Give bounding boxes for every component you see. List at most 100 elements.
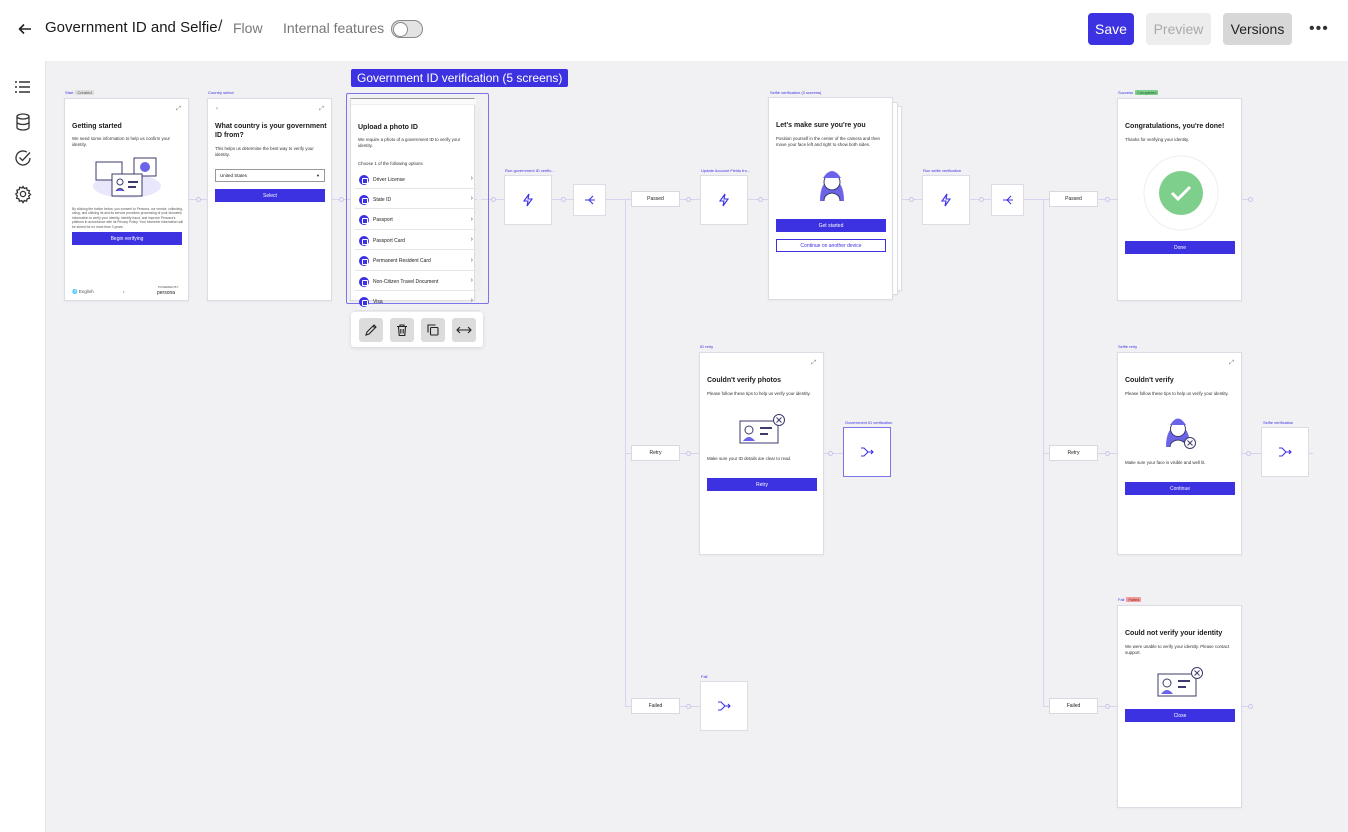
node-update-account-fields[interactable]: [700, 175, 748, 225]
internal-features-toggle[interactable]: [391, 20, 423, 38]
node-tag-update-fields: Update Account Fields fro...: [701, 168, 751, 173]
screen-body: We were unable to verify your identity. …: [1125, 644, 1230, 655]
screen-body: Please follow these tips to help us veri…: [707, 391, 811, 396]
id-cards-illustration-icon: [92, 156, 162, 198]
top-bar: Government ID and Selfie / Flow Internal…: [0, 0, 1348, 61]
connector-dot: [979, 197, 984, 202]
screen-start[interactable]: ⤢ Getting started We need some informati…: [64, 98, 189, 301]
selfie-error-icon: [1162, 413, 1198, 451]
retry-tip: Make sure your ID details are clear to r…: [707, 456, 792, 461]
versions-button[interactable]: Versions: [1223, 13, 1292, 45]
select-button: Select: [215, 189, 325, 202]
database-icon[interactable]: [13, 112, 33, 132]
connector-dot: [1246, 451, 1251, 456]
id-option-label: Passport Card: [373, 237, 405, 244]
gear-icon[interactable]: [13, 184, 33, 204]
selfie-person-icon: [816, 165, 848, 203]
check-circle-icon[interactable]: [13, 148, 33, 168]
chevron-right-icon: ›: [470, 297, 473, 305]
branch-label-passed[interactable]: Passed: [631, 191, 680, 207]
branch-label-passed-2[interactable]: Passed: [1049, 191, 1098, 207]
screen-body: Position yourself in the center of the c…: [776, 136, 880, 147]
node-tag-gov-goto: Government ID verification: [845, 420, 893, 425]
group-label[interactable]: Government ID verification (5 screens): [351, 69, 569, 87]
node-tag-fail-goto: Fail: [701, 674, 708, 679]
node-branch-2[interactable]: [991, 184, 1024, 216]
node-tag-run-gov: Run government ID verific...: [505, 168, 555, 173]
expand-icon: ⤢: [1229, 360, 1234, 366]
preview-button[interactable]: Preview: [1146, 13, 1211, 45]
connector-dot: [758, 197, 763, 202]
branch-label-failed-2[interactable]: Failed: [1049, 698, 1098, 714]
id-option-label: Permanent Resident Card: [373, 258, 431, 265]
id-option-item: Passport ›: [355, 212, 479, 230]
screen-body: Please follow these tips to help us veri…: [1125, 391, 1229, 396]
chevron-right-icon: ›: [470, 215, 473, 223]
id-option-item: Non-Citizen Travel Document ›: [355, 273, 479, 291]
list-icon[interactable]: [13, 77, 33, 97]
begin-verifying-button: Begin verifying: [72, 232, 182, 245]
chevron-right-icon: ›: [470, 175, 473, 182]
id-option-label: Driver License: [373, 176, 405, 183]
expand-icon: ⤢: [811, 360, 816, 366]
screen-title: Couldn't verify photos: [707, 377, 781, 384]
screen-stack-edge: [351, 99, 476, 105]
screen-body: We need some information to help us conf…: [72, 136, 171, 147]
screen-success[interactable]: Congratulations, you're done! Thanks for…: [1117, 98, 1242, 301]
scrollbar[interactable]: [477, 107, 481, 291]
node-run-government-id[interactable]: [504, 175, 552, 225]
screen-id-retry[interactable]: ⤢ Couldn't verify photos Please follow t…: [699, 352, 824, 555]
node-run-selfie-verification[interactable]: [922, 175, 970, 225]
screen-title: Getting started: [72, 123, 122, 130]
breadcrumb-flow: Flow: [233, 20, 263, 36]
branch-label-retry-2[interactable]: Retry: [1049, 445, 1098, 461]
chevron-right-icon: ›: [470, 277, 473, 284]
country-select: United States ▼: [215, 169, 325, 182]
flow-canvas[interactable]: Start Created ⤢ Getting started We need s…: [46, 61, 1348, 832]
connector-dot: [561, 197, 566, 202]
expand-icon: ⤢: [319, 106, 324, 112]
connector-dot: [686, 451, 691, 456]
language-selector: 🌐 English: [72, 289, 94, 294]
screen-selfie-retry[interactable]: ⤢ Couldn't verify Please follow these ti…: [1117, 352, 1242, 555]
branch-label-failed[interactable]: Failed: [631, 698, 680, 714]
resize-arrows-icon[interactable]: [451, 317, 476, 342]
back-arrow-icon[interactable]: [14, 18, 36, 40]
goto-arrow-icon: [861, 447, 874, 457]
screen-selfie-verification[interactable]: Let's make sure you're you Position your…: [768, 97, 893, 300]
screen-tag-selfie-retry: Selfie retry: [1118, 344, 1138, 349]
branch-label-retry[interactable]: Retry: [631, 445, 680, 461]
done-button: Done: [1125, 241, 1235, 254]
connector-dot: [828, 451, 833, 456]
trash-icon[interactable]: [389, 317, 414, 342]
edit-pencil-icon[interactable]: [358, 317, 383, 342]
node-branch-1[interactable]: [573, 184, 606, 216]
screen-title: Congratulations, you're done!: [1125, 123, 1225, 130]
screen-body: Thanks for verifying your identity.: [1125, 137, 1190, 142]
screen-upload-id[interactable]: Upload a photo ID We require a photo of …: [350, 98, 479, 312]
id-option-item: Driver License ›: [355, 171, 479, 189]
node-tag-selfie-goto: Selfie verification: [1263, 420, 1294, 425]
screen-tag-success: Success Completed: [1118, 90, 1159, 95]
consent-text: By clicking the button below, you consen…: [72, 207, 183, 229]
id-option-item: Passport Card ›: [355, 232, 479, 251]
chevron-right-icon: ›: [470, 256, 473, 264]
id-option-label: Passport: [373, 217, 393, 224]
save-button[interactable]: Save: [1088, 13, 1134, 45]
node-goto-fail[interactable]: [700, 681, 748, 731]
more-options-icon[interactable]: •••: [1309, 20, 1331, 38]
duplicate-icon[interactable]: [420, 317, 445, 342]
node-goto-government-id[interactable]: [843, 427, 891, 477]
back-chevron-icon: ‹: [216, 106, 218, 112]
id-document-icon: [359, 256, 369, 267]
screen-fail[interactable]: Could not verify your identity We were u…: [1117, 605, 1242, 808]
connector-dot: [1105, 451, 1110, 456]
connector-dot: [686, 197, 691, 202]
connector-dot: [339, 197, 344, 202]
screen-title: Upload a photo ID: [358, 124, 418, 131]
node-goto-selfie[interactable]: [1261, 427, 1309, 477]
connector-dot: [909, 197, 914, 202]
id-option-item: Visa ›: [355, 293, 479, 312]
screen-country-select[interactable]: ‹ ⤢ What country is your government ID f…: [207, 98, 332, 301]
connector-dot: [196, 197, 201, 202]
